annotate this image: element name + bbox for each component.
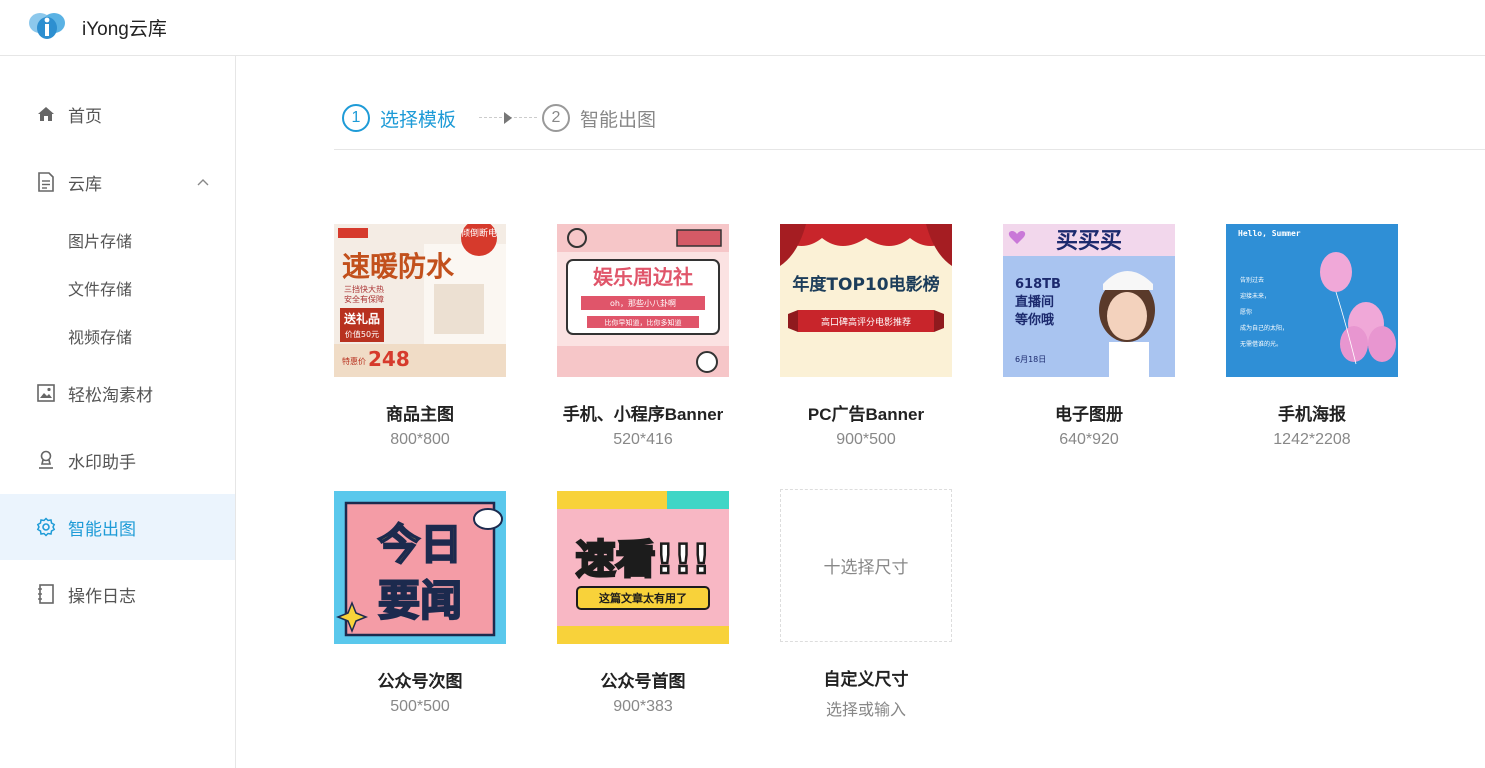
subtitle-text: 这篇文章太有用了 xyxy=(599,591,687,605)
gift-text: 送礼品 xyxy=(343,311,380,326)
headline-text: 速暖防水 xyxy=(342,250,455,283)
chevron-up-icon[interactable] xyxy=(197,171,209,191)
tag-text: Hello, Summer xyxy=(1238,229,1301,238)
sidebar-item-cloud[interactable]: 云库 xyxy=(0,149,235,215)
headline-text: 速看!!! xyxy=(576,537,711,583)
headline-text: 买买买 xyxy=(1056,229,1122,254)
template-card-mobile-banner[interactable]: 娱乐周边社 oh，那些小八卦啊 比你早知道，比你多知道 手机、小程序Banner… xyxy=(557,224,729,449)
poem-line: 告别过去 xyxy=(1240,276,1264,284)
step-label: 选择模板 xyxy=(380,109,457,131)
template-thumbnail: 倾倒断电 速暖防水 三挡快大热 安全有保障 送礼品 价值50元 特惠价 248 xyxy=(334,224,506,377)
logo-icon xyxy=(29,13,65,39)
subtitle-text: oh，那些小八卦啊 xyxy=(610,298,676,308)
template-card-wechat-cover[interactable]: 速看!!! 这篇文章太有用了 公众号首图 900*383 xyxy=(557,491,729,716)
sidebar-subitem-videos[interactable]: 视频存储 xyxy=(68,324,132,348)
template-thumbnail: 今日 要闻 xyxy=(334,491,506,644)
template-title: 公众号次图 xyxy=(377,672,463,691)
sidebar-item-materials[interactable]: 轻松淘素材 xyxy=(0,360,235,426)
template-thumbnail: 年度TOP10电影榜 高口碑高评分电影推荐 xyxy=(780,224,952,377)
template-title: 商品主图 xyxy=(386,405,454,424)
document-icon xyxy=(36,172,56,192)
template-title: 电子图册 xyxy=(1055,405,1123,424)
template-title: 自定义尺寸 xyxy=(823,670,909,689)
template-card-mobile-poster[interactable]: Hello, Summer 告别过去 迎接未来， 愿你 成为自己的太阳， 无需借… xyxy=(1226,224,1398,449)
bullet-text: 三挡快大热 xyxy=(344,284,384,294)
sidebar-item-smart-image[interactable]: 智能出图 xyxy=(0,494,235,560)
template-title: PC广告Banner xyxy=(807,405,925,424)
gear-icon xyxy=(36,517,56,537)
ribbon-text: 高口碑高评分电影推荐 xyxy=(821,316,911,328)
template-title: 手机海报 xyxy=(1278,405,1346,424)
headline-text: 娱乐周边社 xyxy=(593,265,693,289)
line-text: 要闻 xyxy=(378,576,462,625)
template-card-custom[interactable]: 十选择尺寸 自定义尺寸 选择或输入 xyxy=(780,489,952,720)
line-text: 直播间 xyxy=(1015,294,1054,310)
template-thumbnail: 娱乐周边社 oh，那些小八卦啊 比你早知道，比你多知道 xyxy=(557,224,729,377)
sidebar-subitem-files[interactable]: 文件存储 xyxy=(68,276,132,300)
subtitle-text: 比你早知道，比你多知道 xyxy=(605,318,682,327)
select-size-button[interactable]: 十选择尺寸 xyxy=(780,489,952,642)
date-text: 6月18日 xyxy=(1015,355,1046,364)
image-icon xyxy=(36,383,56,403)
sidebar-item-label: 云库 xyxy=(68,174,102,194)
template-size: 800*800 xyxy=(390,431,450,448)
stamp-icon xyxy=(36,450,56,470)
notebook-icon xyxy=(36,584,56,604)
line-text: 618TB xyxy=(1015,277,1061,292)
sidebar-subitem-images[interactable]: 图片存储 xyxy=(68,228,132,252)
template-title: 手机、小程序Banner xyxy=(562,405,724,424)
poem-line: 迎接未来， xyxy=(1240,292,1270,300)
step-number: 2 xyxy=(542,104,570,132)
badge-text: 倾倒断电 xyxy=(461,227,497,239)
template-hint: 选择或输入 xyxy=(825,702,906,719)
sidebar-item-watermark[interactable]: 水印助手 xyxy=(0,427,235,493)
poem-line: 成为自己的太阳， xyxy=(1240,324,1288,332)
sidebar-item-home[interactable]: 首页 xyxy=(0,81,235,147)
price-label-text: 特惠价 xyxy=(342,356,366,366)
template-size: 640*920 xyxy=(1059,431,1119,448)
sidebar-item-logs[interactable]: 操作日志 xyxy=(0,561,235,627)
template-card-pc-banner[interactable]: 年度TOP10电影榜 高口碑高评分电影推荐 PC广告Banner 900*500 xyxy=(780,224,952,449)
template-size: 500*500 xyxy=(390,698,450,715)
step-select-template[interactable]: 1 选择模板 xyxy=(342,104,456,132)
poem-line: 无需借谁的光。 xyxy=(1240,340,1282,348)
poem-line: 愿你 xyxy=(1240,308,1252,316)
step-number: 1 xyxy=(342,104,370,132)
template-size: 520*416 xyxy=(613,431,673,448)
gift-value-text: 价值50元 xyxy=(345,329,379,339)
sidebar-item-label: 首页 xyxy=(68,106,102,126)
price-text: 248 xyxy=(368,347,410,371)
step-label: 智能出图 xyxy=(580,109,657,131)
template-title: 公众号首图 xyxy=(600,672,686,691)
sidebar: 首页 云库 图片存储 文件存储 视频存储 轻松淘素材 水印助手 智能出图 操作日… xyxy=(0,56,236,768)
template-card-product[interactable]: 倾倒断电 速暖防水 三挡快大热 安全有保障 送礼品 价值50元 特惠价 248 … xyxy=(334,224,506,449)
template-thumbnail: 速看!!! 这篇文章太有用了 xyxy=(557,491,729,644)
template-size: 900*383 xyxy=(613,698,673,715)
arrow-right-icon xyxy=(504,112,512,124)
template-size: 1242*2208 xyxy=(1273,431,1351,448)
template-thumbnail: 买买买 618TB 直播间 等你哦 6月18日 xyxy=(1003,224,1175,377)
line-text: 等你哦 xyxy=(1014,312,1054,328)
headline-text: 年度TOP10电影榜 xyxy=(792,274,939,295)
sidebar-item-label: 操作日志 xyxy=(68,586,136,606)
sidebar-item-label: 智能出图 xyxy=(68,519,136,539)
step-indicator: 1 选择模板 2 智能出图 xyxy=(334,100,1485,150)
home-icon xyxy=(36,104,56,124)
app-title: iYong云库 xyxy=(82,19,167,40)
template-card-ebook[interactable]: 买买买 618TB 直播间 等你哦 6月18日 电子图册 640*920 xyxy=(1003,224,1175,449)
template-thumbnail: Hello, Summer 告别过去 迎接未来， 愿你 成为自己的太阳， 无需借… xyxy=(1226,224,1398,377)
line-text: 今日 xyxy=(378,520,462,569)
sidebar-item-label: 轻松淘素材 xyxy=(68,385,153,405)
step-generate[interactable]: 2 智能出图 xyxy=(542,104,656,132)
template-card-wechat-secondary[interactable]: 今日 要闻 公众号次图 500*500 xyxy=(334,491,506,716)
bullet-text: 安全有保障 xyxy=(344,294,384,304)
template-size: 900*500 xyxy=(836,431,896,448)
sidebar-item-label: 水印助手 xyxy=(68,452,136,472)
app-header: iYong云库 xyxy=(0,0,1485,56)
